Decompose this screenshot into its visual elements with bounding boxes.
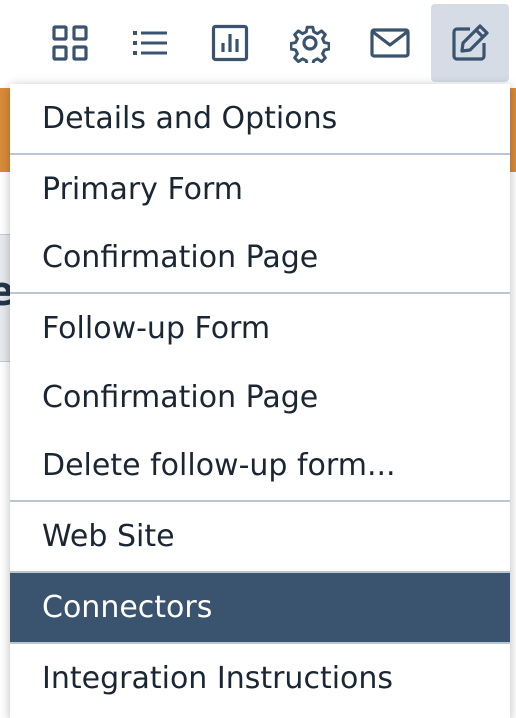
edit-dropdown-menu: Details and Options Primary Form Confirm… [10, 84, 510, 718]
menu-item-web-site[interactable]: Web Site [10, 502, 510, 571]
list-icon [133, 31, 167, 55]
menu-item-integration-instructions[interactable]: Integration Instructions [10, 644, 510, 714]
menu-item-label: Confirmation Page [42, 379, 319, 415]
menu-item-label: Integration Instructions [42, 661, 394, 696]
messages-button[interactable] [351, 4, 429, 82]
reports-button[interactable] [191, 4, 269, 82]
grid-view-button[interactable] [31, 4, 109, 82]
menu-item-label: Connectors [42, 589, 213, 625]
bar-chart-icon [211, 24, 249, 62]
menu-item-confirmation-page[interactable]: Confirmation Page [10, 224, 510, 292]
list-view-button[interactable] [111, 4, 189, 82]
edit-icon [452, 24, 489, 61]
toolbar [0, 0, 516, 84]
gear-icon [290, 25, 330, 63]
menu-item-label: Delete follow-up form... [42, 448, 396, 483]
menu-item-label: Follow-up Form [42, 310, 271, 346]
menu-item-delete-follow-up-form[interactable]: Delete follow-up form... [10, 432, 510, 500]
edit-button[interactable] [431, 4, 509, 82]
menu-item-label: Details and Options [42, 100, 338, 136]
menu-item-label: Confirmation Page [42, 240, 319, 275]
menu-item-details-and-options[interactable]: Details and Options [10, 84, 510, 153]
envelope-icon [370, 28, 410, 58]
settings-button[interactable] [271, 4, 349, 82]
menu-item-label: Primary Form [42, 171, 244, 207]
grid-icon [52, 25, 88, 61]
menu-item-label: Web Site [42, 518, 175, 554]
menu-item-primary-form[interactable]: Primary Form [10, 155, 510, 224]
menu-item-follow-up-confirmation-page[interactable]: Confirmation Page [10, 363, 510, 432]
menu-item-connectors[interactable]: Connectors [10, 573, 510, 642]
menu-item-follow-up-form[interactable]: Follow-up Form [10, 294, 510, 363]
